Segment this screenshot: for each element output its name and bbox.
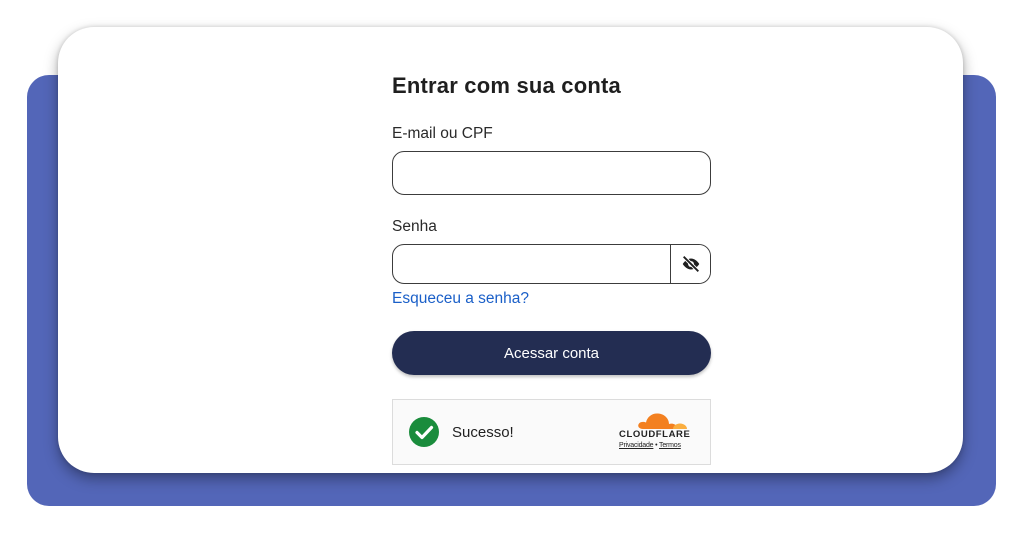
cloud-icon [638, 413, 687, 429]
password-label: Senha [392, 218, 437, 235]
submit-button[interactable]: Acessar conta [392, 331, 711, 375]
login-card: Entrar com sua conta E-mail ou CPF Senha… [58, 27, 963, 473]
toggle-password-visibility-button[interactable] [670, 245, 710, 283]
link-separator: • [655, 442, 658, 449]
cloudflare-links: Privacidade • Termos [619, 442, 681, 449]
terms-link[interactable]: Termos [659, 442, 681, 449]
captcha-widget: Sucesso! CLOUDFLARE Privacidade • Termos [392, 399, 711, 465]
password-field[interactable] [393, 245, 670, 283]
page-title: Entrar com sua conta [392, 73, 621, 98]
privacy-link[interactable]: Privacidade [619, 442, 654, 449]
email-field[interactable] [392, 151, 711, 195]
password-field-group [392, 244, 711, 284]
eye-off-icon [681, 255, 700, 273]
captcha-status: Sucesso! [452, 424, 514, 441]
email-label: E-mail ou CPF [392, 125, 493, 142]
check-circle-icon [409, 417, 439, 447]
cloudflare-wordmark: CLOUDFLARE [619, 429, 691, 440]
forgot-password-link[interactable]: Esqueceu a senha? [392, 290, 529, 308]
